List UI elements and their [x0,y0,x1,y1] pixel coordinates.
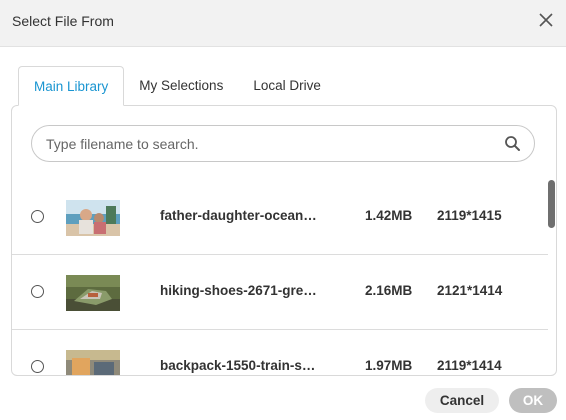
file-dimensions: 2119*1415 [437,208,502,223]
scrollbar-thumb[interactable] [548,180,555,228]
dialog-title: Select File From [12,13,114,29]
cancel-button[interactable]: Cancel [425,388,499,413]
ok-button[interactable]: OK [509,388,557,413]
tab-local-drive[interactable]: Local Drive [238,66,336,106]
dialog-header: Select File From [0,0,566,47]
file-name: father-daughter-ocean… [160,208,317,223]
file-size: 2.16MB [365,283,413,298]
close-icon[interactable] [538,12,554,28]
file-row[interactable]: hiking-shoes-2671-gre… 2.16MB 2121*1414 [12,255,548,330]
file-row[interactable]: father-daughter-ocean… 1.42MB 2119*1415 [12,180,548,255]
file-thumbnail [66,350,120,375]
file-thumbnail [66,200,120,236]
file-browser-panel: father-daughter-ocean… 1.42MB 2119*1415 [11,105,557,376]
file-size: 1.97MB [365,358,413,373]
file-size: 1.42MB [365,208,413,223]
file-select-radio[interactable] [31,360,44,373]
file-dimensions: 2119*1414 [437,358,502,373]
tab-my-selections[interactable]: My Selections [124,66,238,106]
file-list: father-daughter-ocean… 1.42MB 2119*1415 [12,180,548,375]
search-box [31,125,535,162]
tab-main-library[interactable]: Main Library [18,66,125,106]
file-select-radio[interactable] [31,210,44,223]
select-file-dialog: Select File From Main Library My Selecti… [0,0,566,420]
source-tabs: Main Library My Selections Local Drive [18,66,336,106]
file-name: hiking-shoes-2671-gre… [160,283,317,298]
file-thumbnail [66,275,120,311]
list-scrollbar[interactable] [548,180,556,375]
file-name: backpack-1550-train-s… [160,358,316,373]
file-row[interactable]: backpack-1550-train-s… 1.97MB 2119*1414 [12,330,548,375]
search-icon[interactable] [504,135,521,152]
file-dimensions: 2121*1414 [437,283,503,298]
search-input[interactable] [46,134,486,154]
file-select-radio[interactable] [31,285,44,298]
